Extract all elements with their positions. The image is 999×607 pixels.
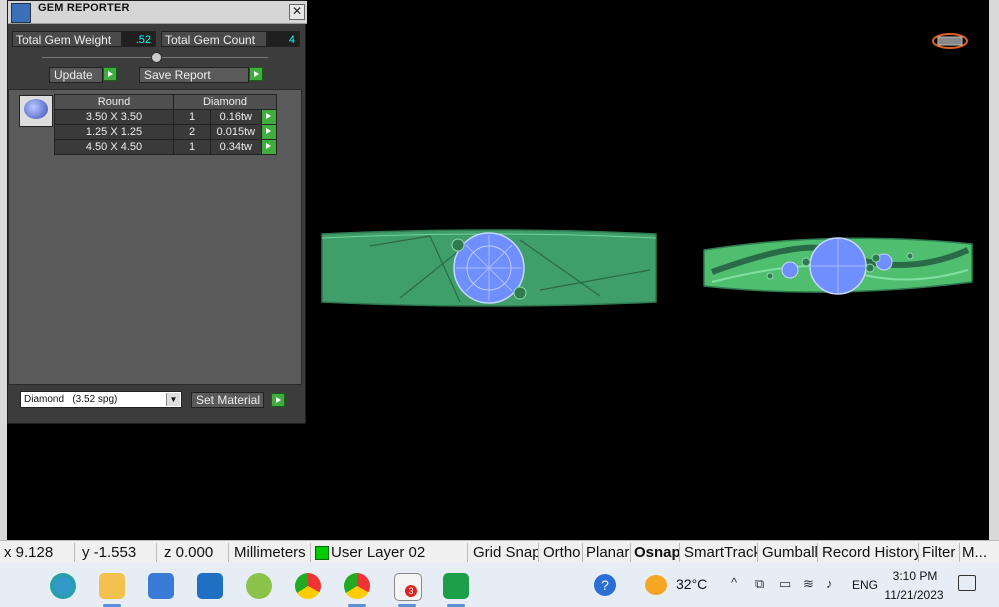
save-report-go-icon[interactable] (249, 67, 263, 81)
gem-qty: 1 (172, 109, 212, 125)
save-report-button[interactable]: Save Report (139, 67, 249, 83)
set-material-go-icon[interactable] (271, 393, 285, 407)
clock-time[interactable]: 3:10 PM (887, 569, 943, 583)
battery-icon[interactable]: ▭ (779, 576, 791, 592)
close-icon[interactable]: ✕ (289, 4, 305, 20)
column-shape: Round (54, 94, 174, 110)
current-layer[interactable]: User Layer 02 (331, 543, 468, 562)
weather-icon[interactable] (645, 575, 667, 595)
row-go-icon[interactable] (260, 109, 278, 125)
chevron-down-icon[interactable]: ▼ (166, 393, 180, 406)
planar-toggle[interactable]: Planar (586, 543, 631, 562)
app-icon[interactable] (246, 573, 272, 599)
gem-qty: 1 (172, 139, 212, 155)
gem-weight: 0.16tw (210, 109, 262, 125)
gem-weight: 0.015tw (210, 124, 262, 140)
osnap-toggle[interactable]: Osnap (634, 543, 680, 562)
mail-icon[interactable] (197, 573, 223, 599)
chrome-icon[interactable] (295, 573, 321, 599)
total-gem-count-value: 4 (267, 31, 300, 47)
gem-size: 1.25 X 1.25 (54, 124, 174, 140)
coord-y: y -1.553 (82, 543, 157, 562)
gumball-toggle[interactable]: Gumball (762, 543, 818, 562)
edge-icon[interactable] (50, 573, 76, 599)
set-material-button[interactable]: Set Material (191, 392, 264, 408)
material-select[interactable]: Diamond (3.52 spg) ▼ (20, 391, 182, 408)
table-row[interactable]: 3.50 X 3.50 1 0.16tw (54, 109, 278, 125)
slider-knob[interactable] (151, 52, 162, 63)
clock-date[interactable]: 11/21/2023 (880, 588, 948, 602)
gem-list: Round Diamond 3.50 X 3.50 1 0.16tw 1.25 … (8, 89, 302, 385)
language-indicator[interactable]: ENG (852, 578, 878, 592)
weather-temp[interactable]: 32°C (676, 576, 707, 592)
gem-size: 4.50 X 4.50 (54, 139, 174, 155)
rhino-matrix-icon[interactable] (443, 573, 469, 599)
smarttrack-toggle[interactable]: SmartTrack (684, 543, 758, 562)
store-icon[interactable] (148, 573, 174, 599)
table-row[interactable]: 4.50 X 4.50 1 0.34tw (54, 139, 278, 155)
view-cube-icon[interactable] (932, 33, 968, 49)
ortho-toggle[interactable]: Ortho (543, 543, 583, 562)
notifications-icon[interactable] (958, 575, 976, 591)
gem-reporter-icon (11, 3, 31, 23)
row-go-icon[interactable] (260, 139, 278, 155)
speaker-icon[interactable]: ♪ (826, 576, 833, 591)
chevron-up-icon[interactable]: ^ (731, 575, 737, 590)
coord-x: x 9.128 (4, 543, 75, 562)
update-button[interactable]: Update (49, 67, 103, 83)
status-bar: x 9.128 y -1.553 z 0.000 Millimeters Use… (0, 540, 999, 564)
total-gem-count-label: Total Gem Count (161, 31, 267, 47)
units[interactable]: Millimeters (234, 543, 311, 562)
gem-weight: 0.34tw (210, 139, 262, 155)
coord-z: z 0.000 (164, 543, 229, 562)
chrome-icon[interactable] (344, 573, 370, 599)
column-material: Diamond (173, 94, 277, 110)
update-go-icon[interactable] (103, 67, 117, 81)
total-gem-weight-value: .52 (122, 31, 156, 47)
round-gem-icon (24, 99, 48, 119)
panel-title: GEM REPORTER (38, 2, 130, 14)
file-explorer-icon[interactable] (99, 573, 125, 599)
gem-size: 3.50 X 3.50 (54, 109, 174, 125)
filter-toggle[interactable]: Filter (922, 543, 960, 562)
gem-table: Round Diamond 3.50 X 3.50 1 0.16tw 1.25 … (54, 94, 278, 155)
row-go-icon[interactable] (260, 124, 278, 140)
grid-snap-toggle[interactable]: Grid Snap (473, 543, 539, 562)
wifi-icon[interactable]: ≋ (803, 576, 814, 592)
notification-badge: 3 (405, 585, 417, 597)
ring-band-side[interactable] (703, 237, 973, 295)
more-toggle[interactable]: M... (962, 543, 988, 562)
material-select-value: Diamond (3.52 spg) (24, 394, 118, 405)
panel-title-bar[interactable]: GEM REPORTER ✕ (8, 1, 307, 24)
table-row[interactable]: 1.25 X 1.25 2 0.015tw (54, 124, 278, 140)
meet-icon[interactable]: ⧉ (755, 576, 764, 592)
layer-color-swatch (315, 546, 329, 560)
taskbar: 3 ? 32°C ^ ⧉ ▭ ≋ ♪ ENG 3:10 PM 11/21/202… (0, 563, 999, 607)
gem-thumbnail[interactable] (19, 95, 53, 127)
gem-reporter-panel: GEM REPORTER ✕ Total Gem Weight .52 Tota… (7, 0, 307, 424)
total-gem-weight-label: Total Gem Weight (12, 31, 122, 47)
gem-qty: 2 (172, 124, 212, 140)
record-history-toggle[interactable]: Record History (822, 543, 919, 562)
ring-band-front[interactable] (321, 229, 657, 307)
help-icon[interactable]: ? (594, 574, 616, 596)
